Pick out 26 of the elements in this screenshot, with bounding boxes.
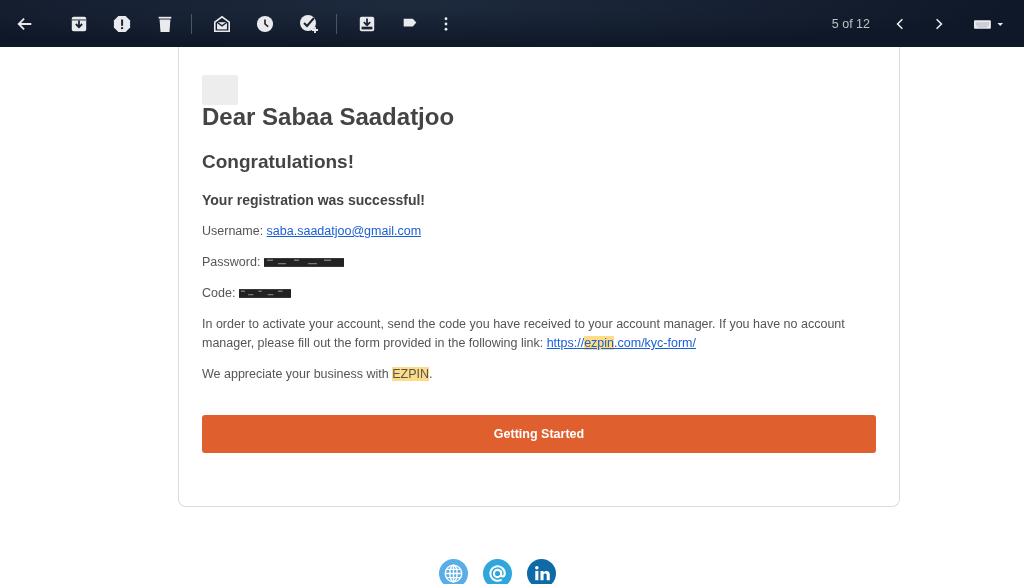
more-icon[interactable] (444, 16, 448, 31)
email-icon[interactable] (482, 559, 512, 584)
form-link[interactable]: https://ezpin.com/kyc-form/ (546, 336, 696, 350)
message-counter: 5 of 12 (831, 16, 870, 31)
instructions-text: In order to activate your account, send the code you have received to your account manager. If you have no account manager, please fill out the form provided in the following link: https://ezpin.com/kyc-form/ (202, 316, 846, 352)
mark-unread-icon[interactable] (213, 14, 231, 33)
field-label: Code: (202, 285, 237, 302)
congratulations-heading: Congratulations! (202, 150, 355, 174)
field-label: Username: (202, 223, 265, 240)
email-link[interactable]: saba.saadatjoo@gmail.com (266, 222, 422, 241)
closing-text: We appreciate your business with EZPIN. (202, 366, 434, 383)
greeting-heading: Dear Sabaa Saadatjoo (202, 102, 456, 132)
move-to-inbox-icon[interactable] (358, 14, 376, 33)
redacted-mark (238, 288, 291, 299)
archive-icon[interactable] (70, 14, 88, 33)
spam-icon[interactable] (113, 14, 131, 33)
getting-started-button[interactable]: Getting Started (202, 415, 876, 453)
registration-message: Your registration was successful! (202, 191, 427, 210)
delete-icon[interactable] (156, 14, 174, 33)
linkedin-icon[interactable] (526, 559, 556, 584)
keyboard-icon[interactable] (974, 18, 1004, 29)
next-icon[interactable] (935, 17, 943, 30)
snooze-icon[interactable] (256, 14, 274, 33)
field-label: Password: (202, 254, 262, 271)
add-task-icon[interactable] (299, 13, 319, 34)
previous-icon[interactable] (896, 17, 904, 30)
